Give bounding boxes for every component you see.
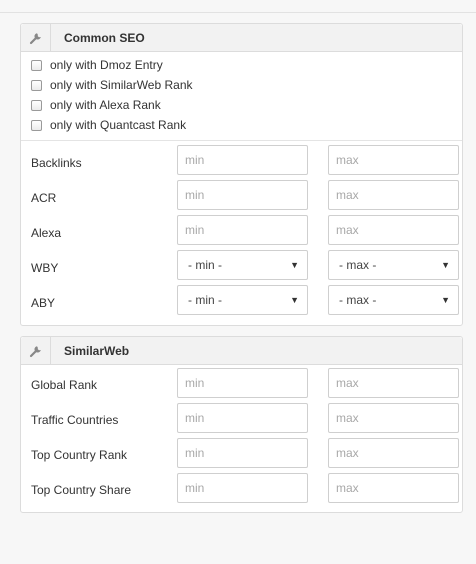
wby-max-select[interactable]: - max - ▼ [328, 250, 459, 280]
alexa-rank-checkbox-row[interactable]: only with Alexa Rank [31, 97, 161, 113]
similarweb-title: SimilarWeb [64, 344, 130, 358]
global-rank-max-input[interactable] [328, 368, 459, 398]
section-divider [21, 140, 462, 141]
wrench-icon [21, 24, 51, 51]
alexa-rank-checkbox-label: only with Alexa Rank [50, 98, 161, 112]
common-seo-panel: Common SEO only with Dmoz Entry only wit… [20, 23, 463, 326]
acr-min-input[interactable] [177, 180, 308, 210]
alexa-min-input[interactable] [177, 215, 308, 245]
top-country-share-min-input[interactable] [177, 473, 308, 503]
top-country-rank-min-input[interactable] [177, 438, 308, 468]
quantcast-rank-checkbox[interactable] [31, 119, 42, 131]
chevron-down-icon: ▼ [290, 295, 299, 305]
traffic-countries-max-input[interactable] [328, 403, 459, 433]
wby-min-select-value: - min - [188, 258, 222, 272]
chevron-down-icon: ▼ [290, 260, 299, 270]
common-seo-header[interactable]: Common SEO [21, 24, 462, 52]
aby-max-select[interactable]: - max - ▼ [328, 285, 459, 315]
aby-min-select[interactable]: - min - ▼ [177, 285, 308, 315]
wrench-icon [21, 337, 51, 364]
backlinks-label: Backlinks [31, 156, 82, 170]
acr-max-input[interactable] [328, 180, 459, 210]
global-rank-min-input[interactable] [177, 368, 308, 398]
acr-label: ACR [31, 191, 57, 205]
backlinks-min-input[interactable] [177, 145, 308, 175]
similarweb-header[interactable]: SimilarWeb [21, 337, 462, 365]
alexa-rank-checkbox[interactable] [31, 99, 42, 111]
top-divider [0, 12, 476, 13]
aby-min-select-value: - min - [188, 293, 222, 307]
similarweb-panel: SimilarWeb Global Rank Traffic Countries… [20, 336, 463, 513]
wby-label: WBY [31, 261, 59, 275]
aby-label: ABY [31, 296, 56, 310]
dmoz-checkbox-row[interactable]: only with Dmoz Entry [31, 57, 163, 73]
alexa-max-input[interactable] [328, 215, 459, 245]
chevron-down-icon: ▼ [441, 295, 450, 305]
aby-max-select-value: - max - [339, 293, 377, 307]
traffic-countries-label: Traffic Countries [31, 413, 119, 427]
quantcast-rank-checkbox-row[interactable]: only with Quantcast Rank [31, 117, 186, 133]
similarweb-rank-checkbox-row[interactable]: only with SimilarWeb Rank [31, 77, 193, 93]
top-country-share-max-input[interactable] [328, 473, 459, 503]
backlinks-max-input[interactable] [328, 145, 459, 175]
wby-max-select-value: - max - [339, 258, 377, 272]
similarweb-rank-checkbox-label: only with SimilarWeb Rank [50, 78, 193, 92]
dmoz-checkbox-label: only with Dmoz Entry [50, 58, 163, 72]
traffic-countries-min-input[interactable] [177, 403, 308, 433]
chevron-down-icon: ▼ [441, 260, 450, 270]
quantcast-rank-checkbox-label: only with Quantcast Rank [50, 118, 187, 132]
similarweb-rank-checkbox[interactable] [31, 79, 42, 91]
global-rank-label: Global Rank [31, 378, 98, 392]
top-country-rank-label: Top Country Rank [31, 448, 128, 462]
alexa-label: Alexa [31, 226, 62, 240]
top-country-share-label: Top Country Share [31, 483, 132, 497]
dmoz-checkbox[interactable] [31, 59, 42, 71]
common-seo-title: Common SEO [64, 31, 145, 45]
top-country-rank-max-input[interactable] [328, 438, 459, 468]
wby-min-select[interactable]: - min - ▼ [177, 250, 308, 280]
